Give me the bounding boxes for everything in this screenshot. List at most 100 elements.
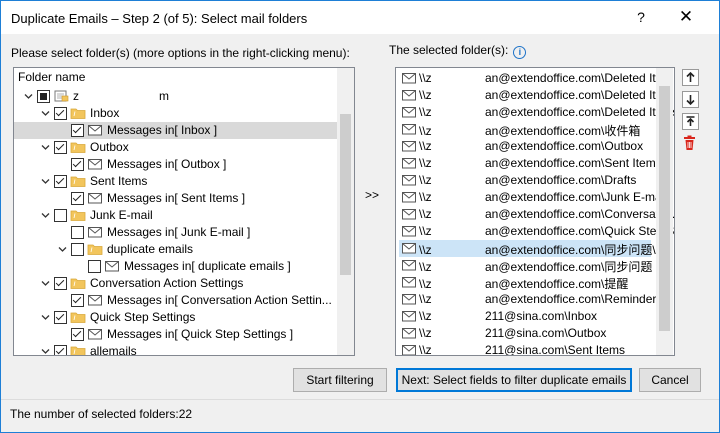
selected-folder-item[interactable]: \\z 211@sina.com\Sent Items [399, 342, 653, 355]
tree-row[interactable]: Messages in[ Sent Items ] [14, 190, 337, 207]
help-button[interactable]: ? [633, 9, 649, 25]
tree-row[interactable]: Inbox [14, 105, 337, 122]
window-title: Duplicate Emails – Step 2 (of 5): Select… [11, 11, 308, 26]
account-icon [53, 90, 69, 102]
delete-button[interactable] [682, 135, 697, 151]
tree-row[interactable]: Messages in[ Conversation Action Settin.… [14, 292, 337, 309]
tree-checkbox[interactable] [71, 124, 84, 137]
tree-row[interactable]: Messages in[ Junk E-mail ] [14, 224, 337, 241]
selected-folder-path: \\z an@extendoffice.com\同步问题 [419, 260, 653, 274]
list-scrollbar-thumb[interactable] [659, 86, 670, 331]
selected-folder-item[interactable]: \\z 211@sina.com\Inbox [399, 308, 653, 325]
tree-row[interactable]: duplicate emails [14, 241, 337, 258]
tree-row-label: Messages in[ Inbox ] [107, 123, 218, 137]
cancel-button[interactable]: Cancel [639, 368, 701, 392]
tree-checkbox[interactable] [54, 141, 67, 154]
envelope-icon [401, 259, 417, 271]
selected-folder-item[interactable]: \\z an@extendoffice.com\Junk E-mail [399, 189, 667, 206]
dialog-window: Duplicate Emails – Step 2 (of 5): Select… [0, 0, 720, 433]
envelope-icon [87, 192, 103, 204]
next-button[interactable]: Next: Select fields to filter duplicate … [396, 368, 632, 392]
status-bar: The number of selected folders:22 [1, 399, 719, 432]
selected-folder-item[interactable]: \\z an@extendoffice.com\同步问题\... [399, 240, 666, 257]
selected-folder-item[interactable]: \\z 211@sina.com\Outbox [399, 325, 653, 342]
envelope-icon [401, 208, 417, 220]
add-arrows[interactable]: >> [365, 188, 379, 202]
selected-folder-item[interactable]: \\z an@extendoffice.com\收件箱 [399, 121, 653, 138]
tree-row[interactable]: Conversation Action Settings [14, 275, 337, 292]
tree-row[interactable]: Sent Items [14, 173, 337, 190]
selected-folder-item[interactable]: \\z an@extendoffice.com\Sent Items [399, 155, 662, 172]
move-up-button[interactable] [682, 69, 699, 86]
tree-checkbox[interactable] [71, 243, 84, 256]
selected-folder-path: \\z an@extendoffice.com\Deleted Ite... [419, 71, 673, 85]
tree-row[interactable]: Junk E-mail [14, 207, 337, 224]
tree-checkbox[interactable] [54, 311, 67, 324]
tree-row[interactable]: Messages in[ Quick Step Settings ] [14, 326, 337, 343]
tree-scrollbar-thumb[interactable] [340, 114, 351, 275]
selected-folder-item[interactable]: \\z an@extendoffice.com\Deleted Ite... [399, 70, 672, 87]
tree-checkbox[interactable] [71, 158, 84, 171]
tree-row[interactable]: allemails [14, 343, 337, 355]
start-filtering-button[interactable]: Start filtering [293, 368, 387, 392]
selected-folder-item[interactable]: \\z an@extendoffice.com\Deleted Items [399, 104, 674, 121]
close-button[interactable]: ✕ [676, 7, 696, 27]
envelope-icon [401, 344, 417, 355]
envelope-icon [401, 225, 417, 237]
tree-row[interactable]: Messages in[ Inbox ] [14, 122, 337, 139]
selected-folders-list[interactable]: \\z an@extendoffice.com\Deleted Ite... \\… [395, 67, 675, 356]
envelope-icon [401, 276, 417, 288]
list-scrollbar[interactable] [656, 68, 673, 355]
tree-scrollbar[interactable] [337, 68, 354, 355]
tree-checkbox[interactable] [71, 226, 84, 239]
chevron-down-icon[interactable] [41, 347, 50, 355]
chevron-down-icon[interactable] [41, 313, 50, 322]
chevron-down-icon[interactable] [41, 279, 50, 288]
tree-checkbox[interactable] [37, 90, 50, 103]
selected-folder-item[interactable]: \\z an@extendoffice.com\提醒 [399, 274, 653, 291]
move-down-button[interactable] [682, 91, 699, 108]
chevron-down-icon[interactable] [41, 211, 50, 220]
move-top-button[interactable] [682, 113, 699, 130]
tree-checkbox[interactable] [54, 107, 67, 120]
selected-folder-path: \\z an@extendoffice.com\提醒 [419, 277, 629, 291]
selected-folder-item[interactable]: \\z an@extendoffice.com\Quick Step S... [399, 223, 674, 240]
chevron-down-icon[interactable] [41, 177, 50, 186]
info-icon[interactable]: i [513, 46, 527, 59]
tree-checkbox[interactable] [71, 192, 84, 205]
folder-icon [70, 311, 86, 323]
selected-folder-item[interactable]: \\z an@extendoffice.com\Deleted Ite... [399, 87, 672, 104]
tree-checkbox[interactable] [54, 175, 67, 188]
selected-folder-item[interactable]: \\z an@extendoffice.com\Conversatio... [399, 206, 674, 223]
envelope-icon [401, 123, 417, 135]
chevron-down-icon[interactable] [58, 245, 67, 254]
selected-folder-item[interactable]: \\z an@extendoffice.com\Drafts [399, 172, 653, 189]
move-top-icon [686, 116, 695, 126]
tree-row[interactable]: Messages in[ Outbox ] [14, 156, 337, 173]
envelope-icon [401, 89, 417, 101]
selected-folder-item[interactable]: \\z an@extendoffice.com\Outbox [399, 138, 653, 155]
tree-row[interactable]: Outbox [14, 139, 337, 156]
tree-row-label: Conversation Action Settings [90, 276, 244, 290]
tree-checkbox[interactable] [88, 260, 101, 273]
selected-folder-path: \\z 211@sina.com\Inbox [419, 309, 598, 323]
tree-row[interactable]: Messages in[ duplicate emails ] [14, 258, 337, 275]
tree-checkbox[interactable] [71, 328, 84, 341]
tree-checkbox[interactable] [71, 294, 84, 307]
tree-checkbox[interactable] [54, 277, 67, 290]
chevron-down-icon[interactable] [41, 143, 50, 152]
tree-checkbox[interactable] [54, 209, 67, 222]
chevron-down-icon[interactable] [41, 109, 50, 118]
selected-folder-item[interactable]: \\z an@extendoffice.com\Reminders [399, 291, 662, 308]
selected-folder-item[interactable]: \\z an@extendoffice.com\同步问题 [399, 257, 653, 274]
folder-icon [70, 141, 86, 153]
tree-checkbox[interactable] [54, 345, 67, 355]
tree-row[interactable]: Quick Step Settings [14, 309, 337, 326]
tree-row[interactable]: z m [14, 88, 337, 105]
folder-tree[interactable]: Folder name z m Inbox Messages in[ Inbox ]… [13, 67, 355, 356]
envelope-icon [401, 310, 417, 322]
envelope-icon [87, 158, 103, 170]
envelope-icon [401, 191, 417, 203]
chevron-down-icon[interactable] [24, 92, 33, 101]
selected-folder-path: \\z an@extendoffice.com\Reminders [419, 292, 663, 306]
